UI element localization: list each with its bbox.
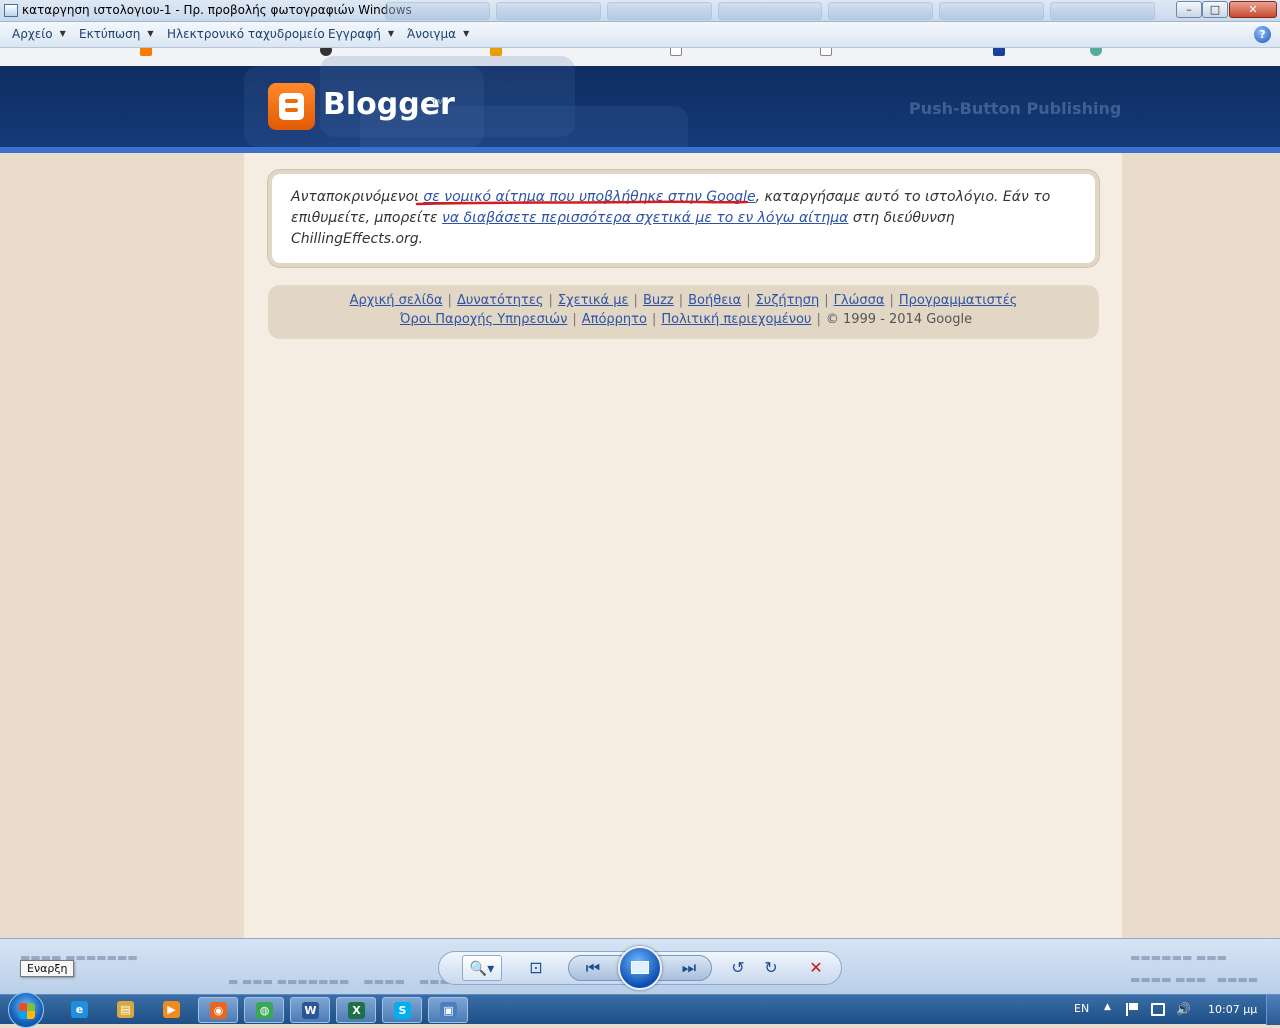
footer-separator: |	[678, 293, 684, 308]
internet-explorer-icon: e	[71, 1001, 88, 1018]
show-hidden-icons-icon[interactable]: ▲	[1104, 1002, 1111, 1012]
footer-link[interactable]: Buzz	[643, 293, 674, 308]
media-player-icon: ▶	[163, 1001, 180, 1018]
maximize-button[interactable]: □	[1202, 1, 1228, 18]
footer-separator: |	[816, 312, 821, 327]
show-desktop-button[interactable]	[1266, 995, 1280, 1025]
notice-text-part: Ανταποκρινόμενοι	[291, 189, 424, 205]
notice-text: Ανταποκρινόμενοι σε νομικό αίτημα που υπ…	[291, 187, 1051, 250]
title-bar: καταργηση ιστολογιου-1 - Πρ. προβολής φω…	[0, 0, 1280, 22]
menu-print[interactable]: Εκτύπωση ▼	[79, 27, 153, 41]
footer-separator: |	[548, 293, 553, 308]
taskbar-app-internet-explorer[interactable]: e	[60, 997, 100, 1023]
footer-link[interactable]: Απόρρητο	[582, 312, 647, 327]
window-title: καταργηση ιστολογιου-1 - Πρ. προβολής φω…	[22, 3, 412, 17]
chevron-down-icon: ▼	[147, 29, 154, 38]
blogger-tagline: Push-Button Publishing	[909, 99, 1122, 118]
footer-separator: |	[824, 293, 829, 308]
footer-link[interactable]: Αρχική σελίδα	[350, 293, 443, 308]
previous-icon[interactable]: ⏮	[578, 955, 608, 981]
start-button[interactable]	[8, 992, 44, 1028]
action-center-flag-icon[interactable]	[1126, 1003, 1140, 1016]
menu-email-label: Ηλεκτρονικό ταχυδρομείο	[167, 27, 325, 41]
background-window-tabs	[385, 2, 1156, 20]
chevron-down-icon: ▼	[59, 29, 66, 38]
excel-icon: X	[348, 1002, 365, 1019]
next-icon[interactable]: ⏭	[674, 955, 704, 981]
chevron-down-icon: ▼	[463, 29, 470, 38]
blogger-logo-icon	[268, 83, 315, 130]
taskbar-app-file-explorer[interactable]: ▤	[106, 997, 146, 1023]
taskbar-app-chrome[interactable]: ◍	[244, 997, 284, 1023]
taskbar: e ▤ ▶ ◉ ◍ W X S ▣ EN ▲ 🔊 10:07 μμ	[0, 992, 1280, 1028]
copyright-text: © 1999 - 2014 Google	[825, 312, 973, 327]
delete-icon[interactable]: ✕	[804, 955, 828, 981]
menu-burn-label: Εγγραφή	[328, 27, 381, 41]
zoom-icon[interactable]: 🔍▾	[462, 955, 502, 981]
footer-link[interactable]: Βοήθεια	[688, 293, 741, 308]
rotate-right-icon[interactable]: ↻	[759, 955, 783, 981]
footer-separator: |	[572, 312, 577, 327]
minimize-button[interactable]: –	[1176, 1, 1202, 18]
chevron-down-icon: ▼	[387, 29, 394, 38]
footer-separator: |	[746, 293, 751, 308]
network-icon[interactable]	[1151, 1003, 1165, 1016]
footer-link[interactable]: Όροι Παροχής Υπηρεσιών	[400, 312, 567, 327]
footer-separator: |	[651, 312, 657, 327]
menu-email[interactable]: Ηλεκτρονικό ταχυδρομείο	[167, 27, 325, 41]
slideshow-icon[interactable]	[618, 946, 662, 990]
skype-icon: S	[394, 1002, 411, 1019]
footer-separator: |	[633, 293, 638, 308]
read-more-link[interactable]: να διαβάσετε περισσότερα σχετικά με το ε…	[442, 210, 848, 226]
language-indicator[interactable]: EN	[1074, 1002, 1089, 1015]
taskbar-app-photo-viewer[interactable]: ▣	[428, 997, 468, 1023]
fit-to-window-icon[interactable]: ⊡	[523, 955, 549, 981]
menu-file-label: Αρχείο	[12, 27, 53, 41]
rotate-left-icon[interactable]: ↺	[726, 955, 750, 981]
footer-separator: |	[889, 293, 894, 308]
menu-file[interactable]: Αρχείο ▼	[12, 27, 66, 41]
footer-links-row: Όροι Παροχής Υπηρεσιών | Απόρρητο | Πολιτική…	[268, 310, 1099, 329]
footer-link[interactable]: Πολιτική περιεχομένου	[661, 312, 811, 327]
chrome-icon: ◍	[256, 1002, 273, 1019]
cropped-bookmarks-strip	[0, 48, 1280, 66]
help-icon[interactable]: ?	[1254, 26, 1271, 43]
footer-link[interactable]: Σχετικά με	[558, 293, 629, 308]
menu-open-label: Άνοιγμα	[407, 27, 457, 41]
footer-link[interactable]: Προγραμματιστές	[899, 293, 1018, 308]
word-icon: W	[302, 1002, 319, 1019]
photo-viewer-icon: ▣	[440, 1002, 457, 1019]
file-explorer-icon: ▤	[117, 1001, 134, 1018]
blog-page	[244, 153, 1122, 938]
menu-open[interactable]: Άνοιγμα ▼	[407, 27, 469, 41]
red-annotation-underline	[415, 200, 749, 206]
firefox-icon: ◉	[210, 1002, 227, 1019]
clock[interactable]: 10:07 μμ	[1208, 1003, 1257, 1016]
taskbar-app-word[interactable]: W	[290, 997, 330, 1023]
footer-link[interactable]: Δυνατότητες	[457, 293, 544, 308]
taskbar-app-excel[interactable]: X	[336, 997, 376, 1023]
menu-bar: Αρχείο ▼ Εκτύπωση ▼ Ηλεκτρονικό ταχυδρομεί…	[0, 22, 1280, 48]
menu-print-label: Εκτύπωση	[79, 27, 141, 41]
start-tooltip: Εναρξη	[20, 960, 75, 977]
footer-link[interactable]: Συζήτηση	[756, 293, 820, 308]
footer-separator: |	[447, 293, 452, 308]
menu-burn[interactable]: Εγγραφή ▼	[328, 27, 394, 41]
windows-logo-icon	[19, 1003, 35, 1019]
footer-links-row: Αρχική σελίδα | Δυνατότητες | Σχετικά με | Buz…	[268, 291, 1099, 310]
close-button[interactable]: ✕	[1229, 1, 1277, 18]
footer-link[interactable]: Γλώσσα	[834, 293, 885, 308]
volume-icon[interactable]: 🔊	[1176, 1003, 1191, 1016]
removal-notice: Ανταποκρινόμενοι σε νομικό αίτημα που υπ…	[268, 170, 1099, 267]
taskbar-app-skype[interactable]: S	[382, 997, 422, 1023]
blogger-footer: Αρχική σελίδα | Δυνατότητες | Σχετικά με | Buz…	[268, 285, 1099, 339]
taskbar-app-media-player[interactable]: ▶	[152, 997, 192, 1023]
taskbar-app-firefox[interactable]: ◉	[198, 997, 238, 1023]
trademark-mark: TM	[432, 98, 444, 107]
photo-viewer-app-icon	[4, 4, 18, 17]
